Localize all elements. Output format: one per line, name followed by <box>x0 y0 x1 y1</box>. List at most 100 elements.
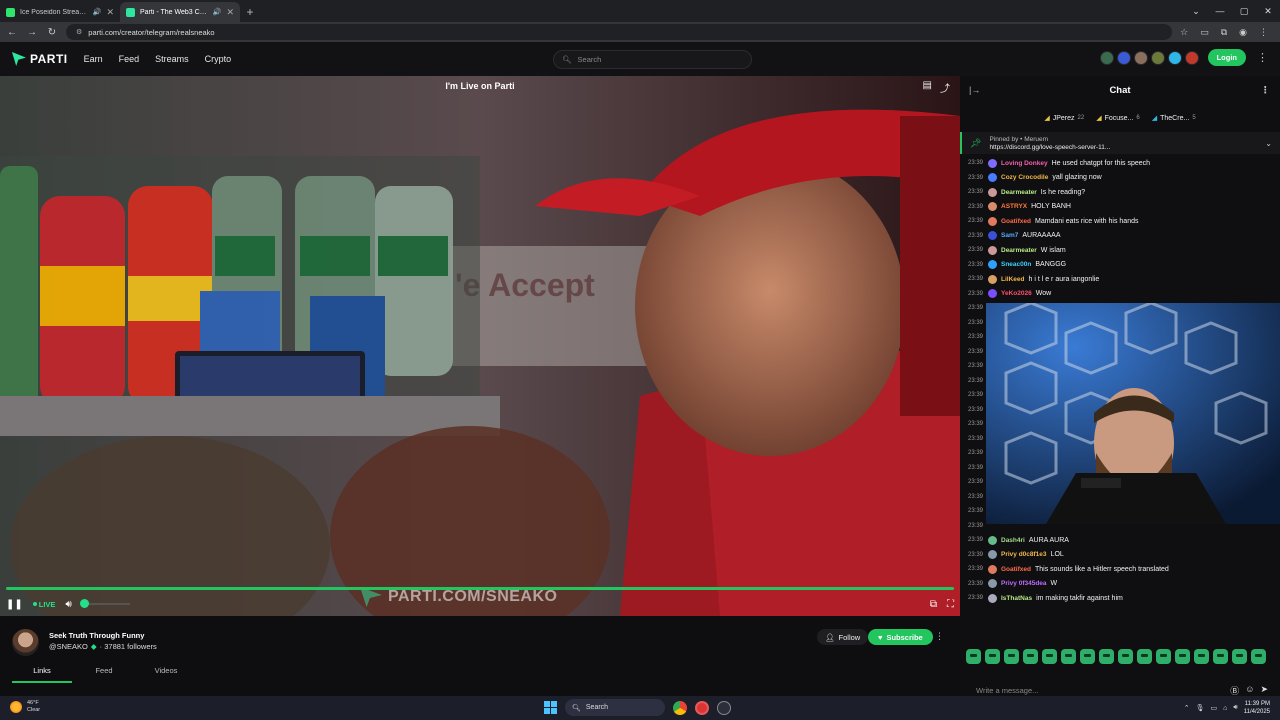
pinned-message[interactable]: 📌︎ Pinned by • Meruem https://discord.gg… <box>960 132 1280 154</box>
volume-slider[interactable] <box>80 599 130 608</box>
channel-avatar[interactable] <box>12 629 39 656</box>
message-username[interactable]: Goatifxed <box>1001 566 1031 573</box>
browser-tab-parti[interactable]: Parti - The Web3 Creator E 🔊 ✕ <box>120 2 240 22</box>
profile-icon[interactable]: ◉ <box>1239 27 1247 38</box>
emote-button[interactable] <box>1213 648 1228 664</box>
emote-button[interactable] <box>1251 648 1266 664</box>
message-username[interactable]: LilKeed <box>1001 276 1024 283</box>
emote-button[interactable] <box>1042 648 1057 664</box>
follow-button[interactable]: 👤︎ Follow <box>817 629 869 645</box>
message-username[interactable]: Dash4ri <box>1001 537 1025 544</box>
message-username[interactable]: Privy d0c8f1e3 <box>1001 551 1047 558</box>
chat-message[interactable]: 23:39 IsThatNas im making takfir against h… <box>968 591 1280 606</box>
tray-chevron-icon[interactable]: ⌃ <box>1184 704 1190 712</box>
display-icon[interactable]: ▭ <box>1210 704 1217 712</box>
app-icon[interactable] <box>717 700 731 715</box>
emote-button[interactable] <box>1232 648 1247 664</box>
live-creator-avatar[interactable] <box>1150 50 1165 65</box>
reload-icon[interactable]: ↻ <box>46 27 58 38</box>
login-button[interactable]: Login <box>1207 49 1246 66</box>
message-username[interactable]: ASTRYX <box>1001 203 1027 210</box>
nav-feed[interactable]: Feed <box>119 54 140 64</box>
minimize-button[interactable]: — <box>1208 0 1232 22</box>
close-tab-icon[interactable]: ✕ <box>106 7 114 18</box>
search-input[interactable]: 🔍︎ Search <box>553 50 752 69</box>
nav-streams[interactable]: Streams <box>155 54 189 64</box>
close-window-button[interactable]: ✕ <box>1256 0 1280 22</box>
chat-message[interactable]: 23:39 Goatifxed This sounds like a Hitlerr… <box>968 562 1280 577</box>
emote-button[interactable] <box>966 648 981 664</box>
microphone-icon[interactable]: 🎙︎ <box>1196 704 1205 712</box>
nav-crypto[interactable]: Crypto <box>205 54 232 64</box>
forward-arrow-icon[interactable]: → <box>26 27 38 38</box>
chat-message[interactable]: 23:39 ASTRYX HOLY BANH <box>968 200 1280 215</box>
emote-button[interactable] <box>1061 648 1076 664</box>
emote-button[interactable] <box>1080 648 1095 664</box>
chat-message[interactable]: 23:39 Sneac00n BANGGG <box>968 258 1280 273</box>
fullscreen-icon[interactable]: ⛶ <box>947 599 954 610</box>
live-creator-avatar[interactable] <box>1133 50 1148 65</box>
emote-button[interactable] <box>1099 648 1114 664</box>
url-field[interactable]: ⚙ parti.com/creator/telegram/realsneako <box>66 24 1173 40</box>
emote-button[interactable] <box>1004 648 1019 664</box>
chevron-down-icon[interactable]: ⌄ <box>1265 139 1272 148</box>
message-username[interactable]: Sam7 <box>1001 232 1018 239</box>
taskbar-search[interactable]: 🔍︎ Search <box>565 699 665 716</box>
message-username[interactable]: Goatifxed <box>1001 218 1031 225</box>
browser-menu-icon[interactable]: ⋮ <box>1259 27 1268 38</box>
volume-slider-knob[interactable] <box>80 599 90 608</box>
network-icon[interactable]: ⌂ <box>1223 705 1227 712</box>
volume-icon[interactable]: 🔊︎ <box>65 599 71 610</box>
emote-button[interactable] <box>1156 648 1171 664</box>
tab-feed[interactable]: Feed <box>74 666 134 683</box>
emote-button[interactable] <box>1194 648 1209 664</box>
share-icon[interactable]: ⤴ <box>940 80 950 95</box>
currency-icon[interactable]: Ⓑ <box>1230 684 1239 697</box>
chat-message[interactable]: 23:39 Dash4ri AURA AURA <box>968 533 1280 548</box>
new-tab-button[interactable]: + <box>240 2 260 22</box>
emote-button[interactable] <box>1023 648 1038 664</box>
volume-icon[interactable]: 🔊︎ <box>1233 704 1237 712</box>
emoji-icon[interactable]: ☺ <box>1245 684 1254 697</box>
clock[interactable]: 11:39 PM 11/4/2025 <box>1244 700 1270 716</box>
live-creator-avatar[interactable] <box>1184 50 1199 65</box>
picture-in-picture-icon[interactable]: ⧉ <box>930 599 937 610</box>
video-progress-bar[interactable] <box>6 587 954 590</box>
site-menu-icon[interactable]: ⋮ <box>1257 51 1268 64</box>
emote-button[interactable] <box>1137 648 1152 664</box>
speaker-icon[interactable]: 🔊 <box>213 8 222 16</box>
chat-message[interactable]: 23:39 YeKo2026 Wow <box>968 287 1280 302</box>
live-indicator[interactable]: LIVE <box>33 600 56 609</box>
chat-message[interactable]: 23:39 Dearmeater W islam <box>968 243 1280 258</box>
tab-search-icon[interactable]: ⌄ <box>1184 0 1208 22</box>
pause-button[interactable]: ❚❚ <box>6 599 23 610</box>
message-username[interactable]: YeKo2026 <box>1001 290 1032 297</box>
chat-message[interactable]: 23:39 Dearmeater Is he reading? <box>968 185 1280 200</box>
channel-menu-icon[interactable]: ⋮ <box>935 631 944 642</box>
message-username[interactable]: IsThatNas <box>1001 595 1032 602</box>
parti-logo[interactable]: PARTI <box>12 52 68 66</box>
live-creator-avatar[interactable] <box>1099 50 1114 65</box>
collapse-chat-icon[interactable]: |→ <box>969 85 980 95</box>
tab-videos[interactable]: Videos <box>136 666 196 683</box>
channel-handle[interactable]: @SNEAKO <box>49 642 88 651</box>
message-username[interactable]: Loving Donkey <box>1001 160 1048 167</box>
maximize-button[interactable]: ▢ <box>1232 0 1256 22</box>
chat-message[interactable]: 23:39 Sam7 AURAAAAA <box>968 229 1280 244</box>
chat-message[interactable]: 23:39 Goatifxed Mamdani eats rice with his… <box>968 214 1280 229</box>
clip-icon[interactable]: ▤ <box>923 80 932 95</box>
message-username[interactable]: Cozy Crocodile <box>1001 174 1048 181</box>
browser-tab-ice-poseidon[interactable]: Ice Poseidon Stream - Watc 🔊 ✕ <box>0 2 120 22</box>
gifter-item[interactable]: ◢ Focuse... 6 <box>1096 114 1140 123</box>
message-username[interactable]: Sneac00n <box>1001 261 1031 268</box>
tab-links[interactable]: Links <box>12 666 72 683</box>
subscribe-button[interactable]: ♥ Subscribe <box>868 629 933 645</box>
chat-message[interactable]: 23:39 Cozy Crocodile yall glazing now <box>968 171 1280 186</box>
emote-button[interactable] <box>985 648 1000 664</box>
send-icon[interactable]: ➤ <box>1260 684 1268 697</box>
speaker-icon[interactable]: 🔊 <box>93 8 102 16</box>
chrome-icon[interactable] <box>673 700 687 715</box>
weather-widget[interactable]: 46°F Clear <box>10 700 40 714</box>
message-username[interactable]: Dearmeater <box>1001 247 1037 254</box>
pinned-link[interactable]: https://discord.gg/love-speech-server-11… <box>989 144 1110 151</box>
